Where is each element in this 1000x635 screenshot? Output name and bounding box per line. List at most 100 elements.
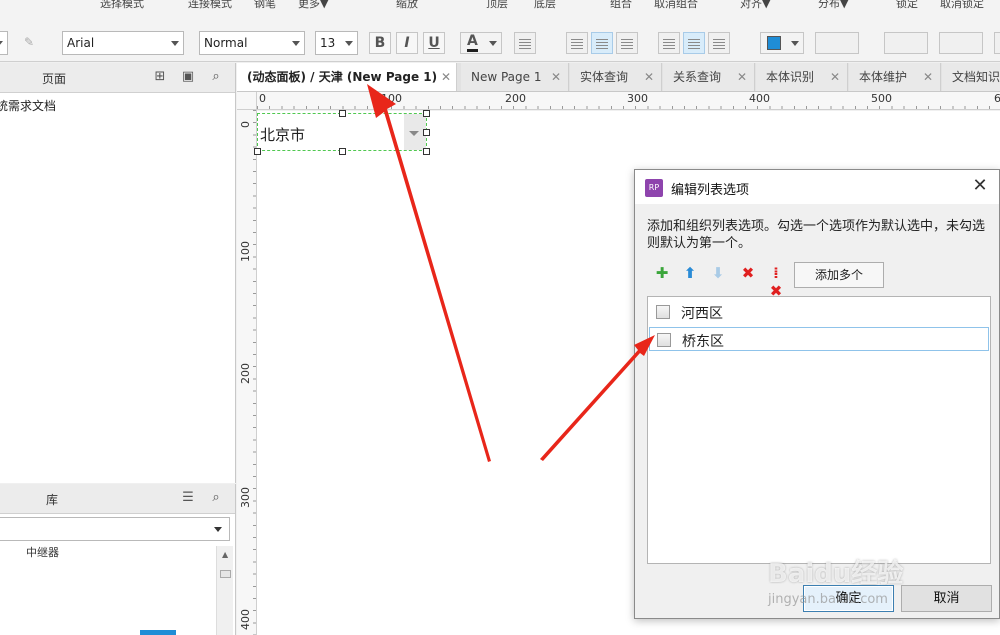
search-icon[interactable]: ⌕ (208, 69, 224, 85)
format-painter-icon[interactable]: ✎ (18, 32, 40, 54)
close-icon[interactable]: ✕ (551, 63, 561, 91)
add-option-icon[interactable]: ✚ (653, 264, 671, 282)
font-family-select[interactable]: Arial (62, 31, 184, 55)
font-size-select[interactable]: 13 (315, 31, 358, 55)
font-style-value: Normal (204, 36, 248, 50)
list-item[interactable]: 河西区 (649, 300, 989, 324)
delete-option-icon[interactable]: ✖ (739, 264, 757, 282)
fill-color-button[interactable] (760, 32, 804, 54)
library-scrollbar[interactable]: ▲ (216, 546, 233, 635)
close-icon[interactable]: ✕ (969, 175, 991, 197)
style-combo-partial[interactable] (0, 31, 8, 55)
bullet-list-button[interactable] (514, 32, 536, 54)
line-style-button-partial[interactable] (994, 32, 1000, 54)
menu-lock[interactable]: 锁定 (896, 0, 918, 11)
menu-ungroup[interactable]: 取消组合 (654, 0, 698, 11)
list-item[interactable]: 桥东区 (649, 327, 989, 351)
ruler-label: 500 (871, 92, 892, 105)
tab-label: 关系查询 (673, 70, 722, 84)
default-checkbox[interactable] (656, 305, 670, 319)
library-select[interactable] (0, 517, 230, 541)
ruler-label: 100 (381, 92, 402, 105)
library-panel: 库 ☰ ⌕ 中继器 ▲ (0, 484, 236, 635)
edit-list-options-dialog: RP 编辑列表选项 ✕ 添加和组织列表选项。勾选一个选项作为默认选中，未勾选则默… (634, 169, 1000, 619)
add-page-icon[interactable]: ⊞ (152, 69, 168, 85)
resize-handle[interactable] (339, 148, 346, 155)
align-center-button[interactable] (591, 32, 613, 54)
tab-label: 本体识别 (766, 70, 815, 84)
droplist-widget[interactable]: 北京市 (257, 113, 427, 151)
library-panel-title: 库 (46, 493, 59, 507)
axure-app-icon: RP (645, 179, 663, 197)
menu-pen[interactable]: 钢笔 (254, 0, 276, 11)
tab-relation-query[interactable]: 关系查询 ✕ (663, 63, 755, 91)
menu-align[interactable]: 对齐▼ (740, 0, 770, 11)
menu-zoom[interactable]: 缩放 (396, 0, 418, 11)
search-icon[interactable]: ⌕ (208, 490, 224, 506)
add-folder-icon[interactable]: ▣ (180, 69, 196, 85)
option-label[interactable]: 桥东区 (682, 331, 982, 351)
shadow-button[interactable] (815, 32, 859, 54)
close-icon[interactable]: ✕ (441, 63, 451, 91)
close-icon[interactable]: ✕ (737, 63, 747, 91)
ruler-label: 0 (239, 121, 252, 128)
resize-handle[interactable] (339, 110, 346, 117)
page-tree-item[interactable]: 统需求文档 (0, 97, 56, 114)
bold-button[interactable]: B (369, 32, 391, 54)
menu-connect-mode[interactable]: 连接模式 (188, 0, 232, 11)
pages-panel-header: 页面 ⊞ ▣ ⌕ (0, 63, 235, 93)
menu-icon[interactable]: ☰ (180, 490, 196, 506)
default-checkbox[interactable] (657, 333, 671, 347)
move-up-icon[interactable]: ⬆ (681, 264, 699, 282)
tab-ontology-maintenance[interactable]: 本体维护 ✕ (849, 63, 941, 91)
ruler-label: 300 (627, 92, 648, 105)
menu-group[interactable]: 组合 (610, 0, 632, 11)
menu-distribute[interactable]: 分布▼ (818, 0, 848, 11)
delete-all-icon[interactable]: ⁞✖ (767, 264, 785, 300)
ruler-label: 400 (239, 609, 252, 630)
cancel-button[interactable]: 取消 (901, 585, 992, 612)
scroll-up-icon[interactable]: ▲ (222, 550, 228, 559)
resize-handle[interactable] (254, 148, 261, 155)
close-icon[interactable]: ✕ (644, 63, 654, 91)
close-icon[interactable]: ✕ (830, 63, 840, 91)
library-widget-item[interactable]: 中继器 (26, 544, 59, 560)
menu-bring-front[interactable]: 顶层 (486, 0, 508, 11)
ruler-label: 200 (239, 363, 252, 384)
resize-handle[interactable] (423, 129, 430, 136)
scroll-thumb[interactable] (220, 570, 231, 578)
droplist-selected-value: 北京市 (260, 126, 306, 144)
ruler-label: 100 (239, 241, 252, 262)
tab-ontology-recognition[interactable]: 本体识别 ✕ (756, 63, 848, 91)
valign-top-button[interactable] (658, 32, 680, 54)
menu-select-mode[interactable]: 选择模式 (100, 0, 144, 11)
resize-handle[interactable] (423, 110, 430, 117)
text-color-button[interactable]: A (460, 32, 502, 54)
menu-send-back[interactable]: 底层 (534, 0, 556, 11)
tab-document-knowledge[interactable]: 文档知识 (942, 63, 1000, 91)
tab-new-page-1[interactable]: New Page 1 ✕ (461, 63, 569, 91)
border-color-button[interactable] (884, 32, 928, 54)
resize-handle[interactable] (423, 148, 430, 155)
tab-label: New Page 1 (471, 70, 542, 84)
chevron-down-icon (214, 527, 222, 532)
library-widget-preview (140, 630, 176, 635)
valign-bottom-button[interactable] (708, 32, 730, 54)
align-left-button[interactable] (566, 32, 588, 54)
close-icon[interactable]: ✕ (923, 63, 933, 91)
valign-middle-button[interactable] (683, 32, 705, 54)
font-style-select[interactable]: Normal (199, 31, 305, 55)
menu-unlock[interactable]: 取消锁定 (940, 0, 984, 11)
border-style-button[interactable] (939, 32, 983, 54)
italic-button[interactable]: I (396, 32, 418, 54)
option-label[interactable]: 河西区 (681, 303, 723, 323)
align-right-button[interactable] (616, 32, 638, 54)
tab-entity-query[interactable]: 实体查询 ✕ (570, 63, 662, 91)
move-down-icon[interactable]: ⬇ (709, 264, 727, 282)
horizontal-ruler: 0 100 200 300 400 500 6 (257, 92, 1000, 110)
underline-button[interactable]: U (423, 32, 445, 54)
tab-dynamic-panel-tianjin[interactable]: (动态面板) / 天津 (New Page 1) ✕ (237, 63, 457, 91)
add-multiple-button[interactable]: 添加多个 (794, 262, 884, 288)
tab-label: 文档知识 (952, 70, 1000, 84)
menu-more[interactable]: 更多▼ (298, 0, 328, 11)
